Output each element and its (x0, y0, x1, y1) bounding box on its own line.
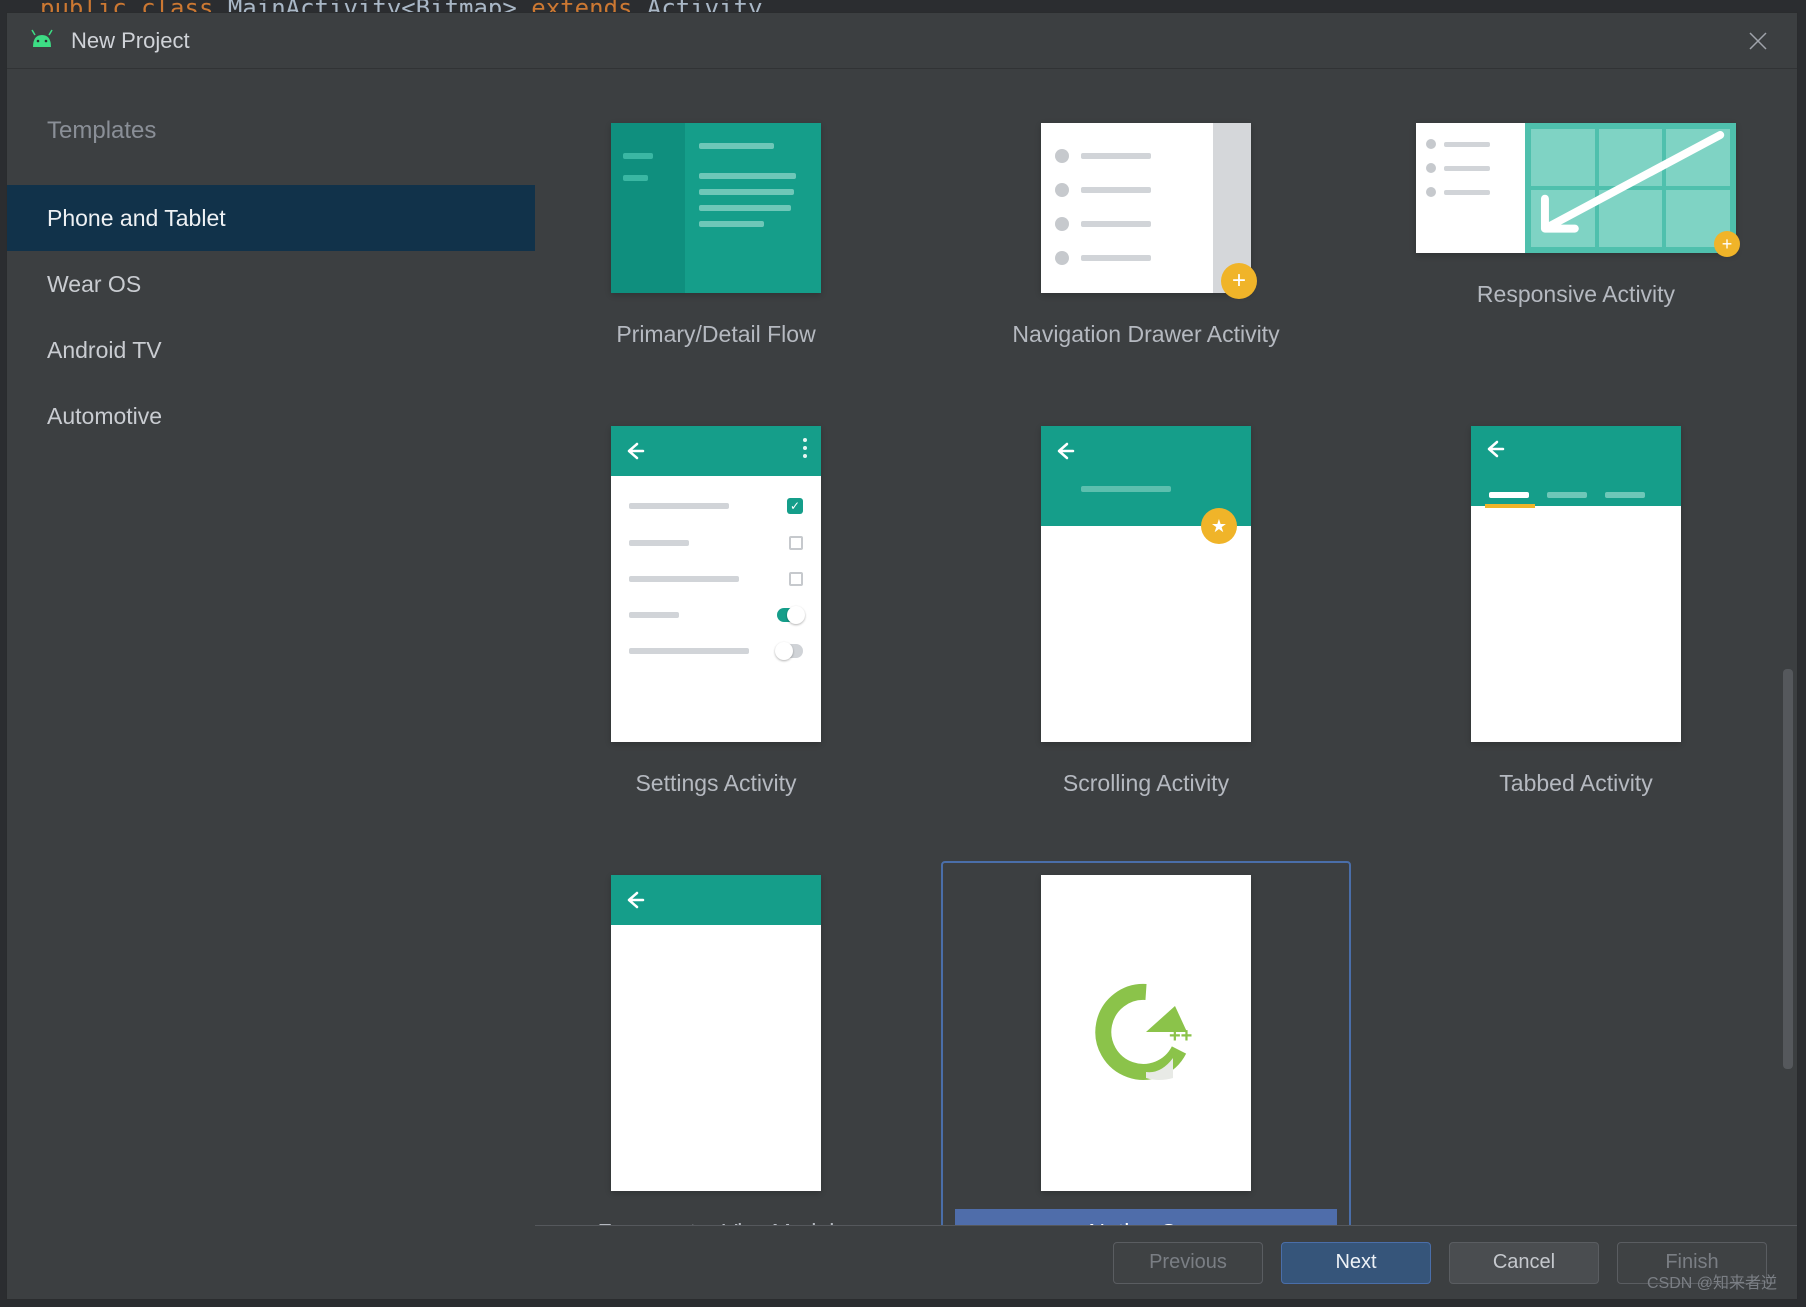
template-thumb: ✓ (611, 426, 821, 742)
template-thumb (611, 875, 821, 1191)
template-thumb (1471, 426, 1681, 742)
sidebar: Templates Phone and TabletWear OSAndroid… (7, 69, 535, 1299)
template-thumb: + (1416, 123, 1736, 253)
template-thumb: + (1041, 123, 1251, 293)
template-tabbed[interactable]: Tabbed Activity (1371, 412, 1781, 821)
template-label: Scrolling Activity (1063, 770, 1229, 796)
close-button[interactable] (1741, 24, 1775, 58)
new-project-dialog: New Project Templates Phone and TabletWe… (6, 12, 1798, 1300)
sidebar-item-android-tv[interactable]: Android TV (7, 317, 535, 383)
template-label: Navigation Drawer Activity (1012, 321, 1279, 347)
android-logo-icon (29, 29, 55, 52)
template-nav-drawer[interactable]: + Navigation Drawer Activity (941, 109, 1351, 372)
template-fragment-vm[interactable]: Fragment + ViewModel (535, 861, 921, 1225)
template-label: Tabbed Activity (1499, 770, 1652, 796)
scrollbar[interactable] (1783, 669, 1793, 1069)
dialog-title: New Project (71, 28, 190, 54)
template-label: Responsive Activity (1477, 281, 1675, 307)
sidebar-item-phone-and-tablet[interactable]: Phone and Tablet (7, 185, 535, 251)
watermark: CSDN @知来者逆 (1647, 1269, 1777, 1293)
template-thumb: ★ (1041, 426, 1251, 742)
template-scrolling[interactable]: ★ Scrolling Activity (941, 412, 1351, 821)
sidebar-item-automotive[interactable]: Automotive (7, 383, 535, 449)
template-thumb (611, 123, 821, 293)
sidebar-item-wear-os[interactable]: Wear OS (7, 251, 535, 317)
template-thumb: ++ (1041, 875, 1251, 1191)
template-responsive[interactable]: + Responsive Activity (1371, 109, 1781, 372)
dialog-footer: Previous Next Cancel Finish (535, 1225, 1797, 1299)
template-label: Settings Activity (635, 770, 796, 796)
template-settings[interactable]: ✓ Settings Activity (535, 412, 921, 821)
cancel-button[interactable]: Cancel (1449, 1242, 1599, 1284)
template-grid-area: Primary/Detail Flow + Navigation Drawer … (535, 69, 1797, 1299)
next-button[interactable]: Next (1281, 1242, 1431, 1284)
titlebar: New Project (7, 13, 1797, 69)
previous-button[interactable]: Previous (1113, 1242, 1263, 1284)
template-primary-detail[interactable]: Primary/Detail Flow (535, 109, 921, 372)
sidebar-heading: Templates (7, 105, 535, 185)
template-label: Primary/Detail Flow (616, 321, 815, 347)
svg-text:++: ++ (1169, 1025, 1192, 1047)
template-native-cpp[interactable]: ++ Native C++ (941, 861, 1351, 1225)
